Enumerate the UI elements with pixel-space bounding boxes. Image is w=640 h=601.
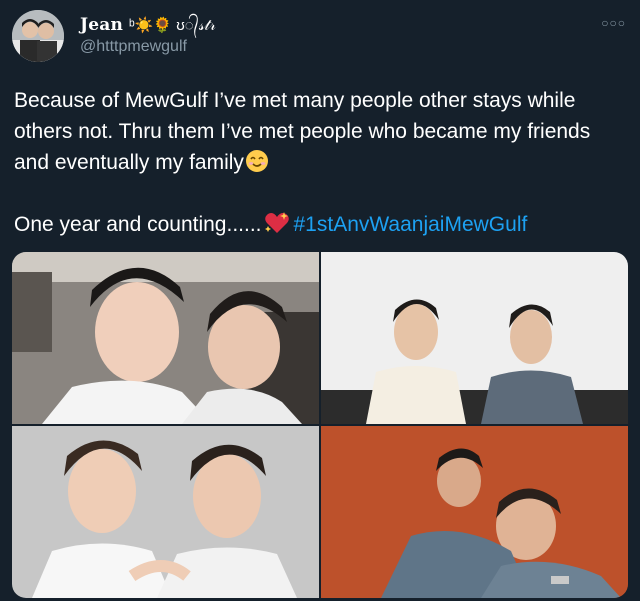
hashtag-link[interactable]: #1stAnvWaanjaiMewGulf xyxy=(294,213,528,236)
smiling-face-emoji-icon xyxy=(245,150,268,172)
tweet-paragraph-2: One year and counting...... #1stAnvWaanja… xyxy=(14,209,626,240)
name-suffix: ᵇ☀️🌻 ʊ᭄𝓈𝓉𝓇 xyxy=(129,16,216,34)
photo-1[interactable] xyxy=(12,252,319,424)
photo-2[interactable] xyxy=(321,252,628,424)
tweet-line-1: Because of MewGulf I’ve met many people … xyxy=(14,89,591,174)
user-handle[interactable]: @htttpmewgulf xyxy=(80,38,187,56)
tweet-line-2: One year and counting...... xyxy=(14,213,262,236)
display-name[interactable]: Jean xyxy=(80,15,123,35)
tweet[interactable]: Jean ᵇ☀️🌻 ʊ᭄𝓈𝓉𝓇 @htttpmewgulf ○○○ Becaus… xyxy=(0,0,640,601)
tweet-paragraph-1: Because of MewGulf I’ve met many people … xyxy=(14,85,626,178)
photo-4[interactable] xyxy=(321,426,628,598)
sparkling-heart-emoji-icon xyxy=(264,212,289,233)
photo-3[interactable] xyxy=(12,426,319,598)
name-row: Jean ᵇ☀️🌻 ʊ᭄𝓈𝓉𝓇 xyxy=(80,14,216,36)
tweet-text: Because of MewGulf I’ve met many people … xyxy=(14,85,626,240)
photo-grid xyxy=(12,252,628,598)
avatar[interactable] xyxy=(12,10,64,62)
more-dots-icon[interactable]: ○○○ xyxy=(601,16,626,30)
